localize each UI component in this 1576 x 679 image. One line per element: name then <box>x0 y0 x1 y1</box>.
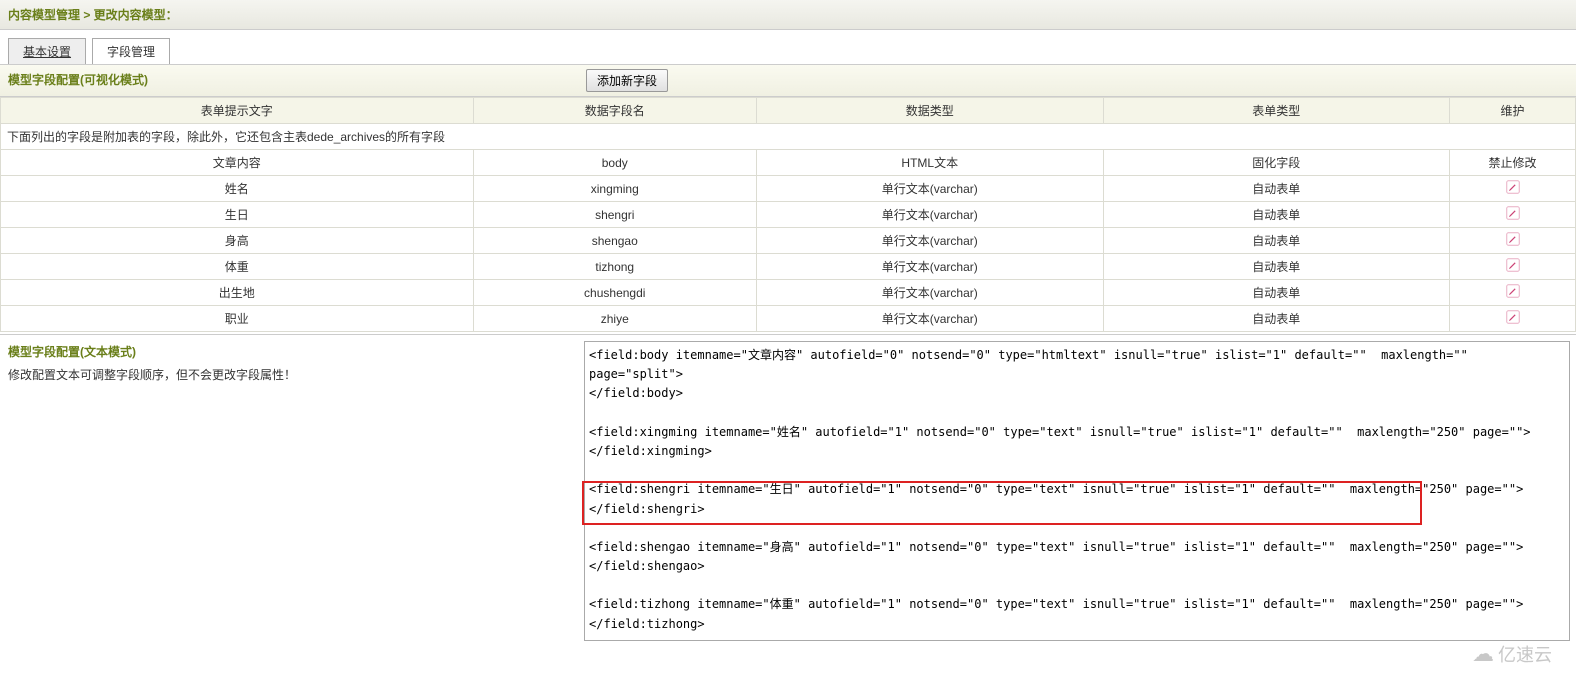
cell-prompt: 生日 <box>1 202 474 228</box>
cell-formtype: 自动表单 <box>1103 176 1450 202</box>
col-fieldname: 数据字段名 <box>473 98 757 124</box>
cell-maint <box>1450 306 1576 332</box>
edit-icon[interactable] <box>1506 232 1520 246</box>
edit-icon[interactable] <box>1506 258 1520 272</box>
cell-formtype: 固化字段 <box>1103 150 1450 176</box>
cell-datatype: 单行文本(varchar) <box>757 176 1104 202</box>
edit-icon[interactable] <box>1506 284 1520 298</box>
table-row: 出生地chushengdi单行文本(varchar)自动表单 <box>1 280 1576 306</box>
text-mode-section: 模型字段配置(文本模式) 修改配置文本可调整字段顺序，但不会更改字段属性！ <box>0 334 1576 650</box>
fields-xml-textarea[interactable] <box>584 341 1570 641</box>
cell-datatype: 单行文本(varchar) <box>757 254 1104 280</box>
cell-formtype: 自动表单 <box>1103 202 1450 228</box>
add-field-button[interactable]: 添加新字段 <box>586 69 668 92</box>
table-header-row: 表单提示文字 数据字段名 数据类型 表单类型 维护 <box>1 98 1576 124</box>
cell-fieldname: shengri <box>473 202 757 228</box>
cell-fieldname: xingming <box>473 176 757 202</box>
cell-fieldname: zhiye <box>473 306 757 332</box>
tabs: 基本设置 字段管理 <box>0 30 1576 64</box>
cell-prompt: 姓名 <box>1 176 474 202</box>
cell-datatype: HTML文本 <box>757 150 1104 176</box>
cell-fieldname: tizhong <box>473 254 757 280</box>
edit-icon[interactable] <box>1506 180 1520 194</box>
cell-maint <box>1450 280 1576 306</box>
col-maint: 维护 <box>1450 98 1576 124</box>
col-formtype: 表单类型 <box>1103 98 1450 124</box>
cell-maint <box>1450 228 1576 254</box>
cell-datatype: 单行文本(varchar) <box>757 228 1104 254</box>
cell-prompt: 体重 <box>1 254 474 280</box>
fields-table: 表单提示文字 数据字段名 数据类型 表单类型 维护 下面列出的字段是附加表的字段… <box>0 97 1576 332</box>
cell-fieldname: shengao <box>473 228 757 254</box>
note-row: 下面列出的字段是附加表的字段，除此外，它还包含主表dede_archives的所… <box>1 124 1576 150</box>
cell-formtype: 自动表单 <box>1103 254 1450 280</box>
visual-section-title: 模型字段配置(可视化模式) <box>0 65 578 96</box>
table-row: 体重tizhong单行文本(varchar)自动表单 <box>1 254 1576 280</box>
col-prompt: 表单提示文字 <box>1 98 474 124</box>
cell-formtype: 自动表单 <box>1103 280 1450 306</box>
cell-maint: 禁止修改 <box>1450 150 1576 176</box>
text-section-note: 修改配置文本可调整字段顺序，但不会更改字段属性！ <box>8 366 570 383</box>
cell-prompt: 身高 <box>1 228 474 254</box>
table-row: 文章内容bodyHTML文本固化字段禁止修改 <box>1 150 1576 176</box>
tab-basic[interactable]: 基本设置 <box>8 38 86 64</box>
table-row: 职业zhiye单行文本(varchar)自动表单 <box>1 306 1576 332</box>
cell-fieldname: chushengdi <box>473 280 757 306</box>
text-section-title: 模型字段配置(文本模式) <box>8 343 570 360</box>
visual-section-header: 模型字段配置(可视化模式) 添加新字段 <box>0 64 1576 97</box>
table-row: 生日shengri单行文本(varchar)自动表单 <box>1 202 1576 228</box>
tab-fields[interactable]: 字段管理 <box>92 38 170 64</box>
cell-prompt: 职业 <box>1 306 474 332</box>
cell-maint <box>1450 176 1576 202</box>
table-row: 姓名xingming单行文本(varchar)自动表单 <box>1 176 1576 202</box>
cell-datatype: 单行文本(varchar) <box>757 280 1104 306</box>
cell-datatype: 单行文本(varchar) <box>757 202 1104 228</box>
header-bar: 内容模型管理 > 更改内容模型： <box>0 0 1576 30</box>
cell-prompt: 文章内容 <box>1 150 474 176</box>
cell-formtype: 自动表单 <box>1103 228 1450 254</box>
breadcrumb: 内容模型管理 > 更改内容模型： <box>8 8 178 22</box>
col-datatype: 数据类型 <box>757 98 1104 124</box>
cell-prompt: 出生地 <box>1 280 474 306</box>
note-text: 下面列出的字段是附加表的字段，除此外，它还包含主表dede_archives的所… <box>1 124 1576 150</box>
cell-datatype: 单行文本(varchar) <box>757 306 1104 332</box>
edit-icon[interactable] <box>1506 206 1520 220</box>
table-row: 身高shengao单行文本(varchar)自动表单 <box>1 228 1576 254</box>
cell-maint <box>1450 254 1576 280</box>
cell-fieldname: body <box>473 150 757 176</box>
edit-icon[interactable] <box>1506 310 1520 324</box>
cell-maint <box>1450 202 1576 228</box>
cell-formtype: 自动表单 <box>1103 306 1450 332</box>
